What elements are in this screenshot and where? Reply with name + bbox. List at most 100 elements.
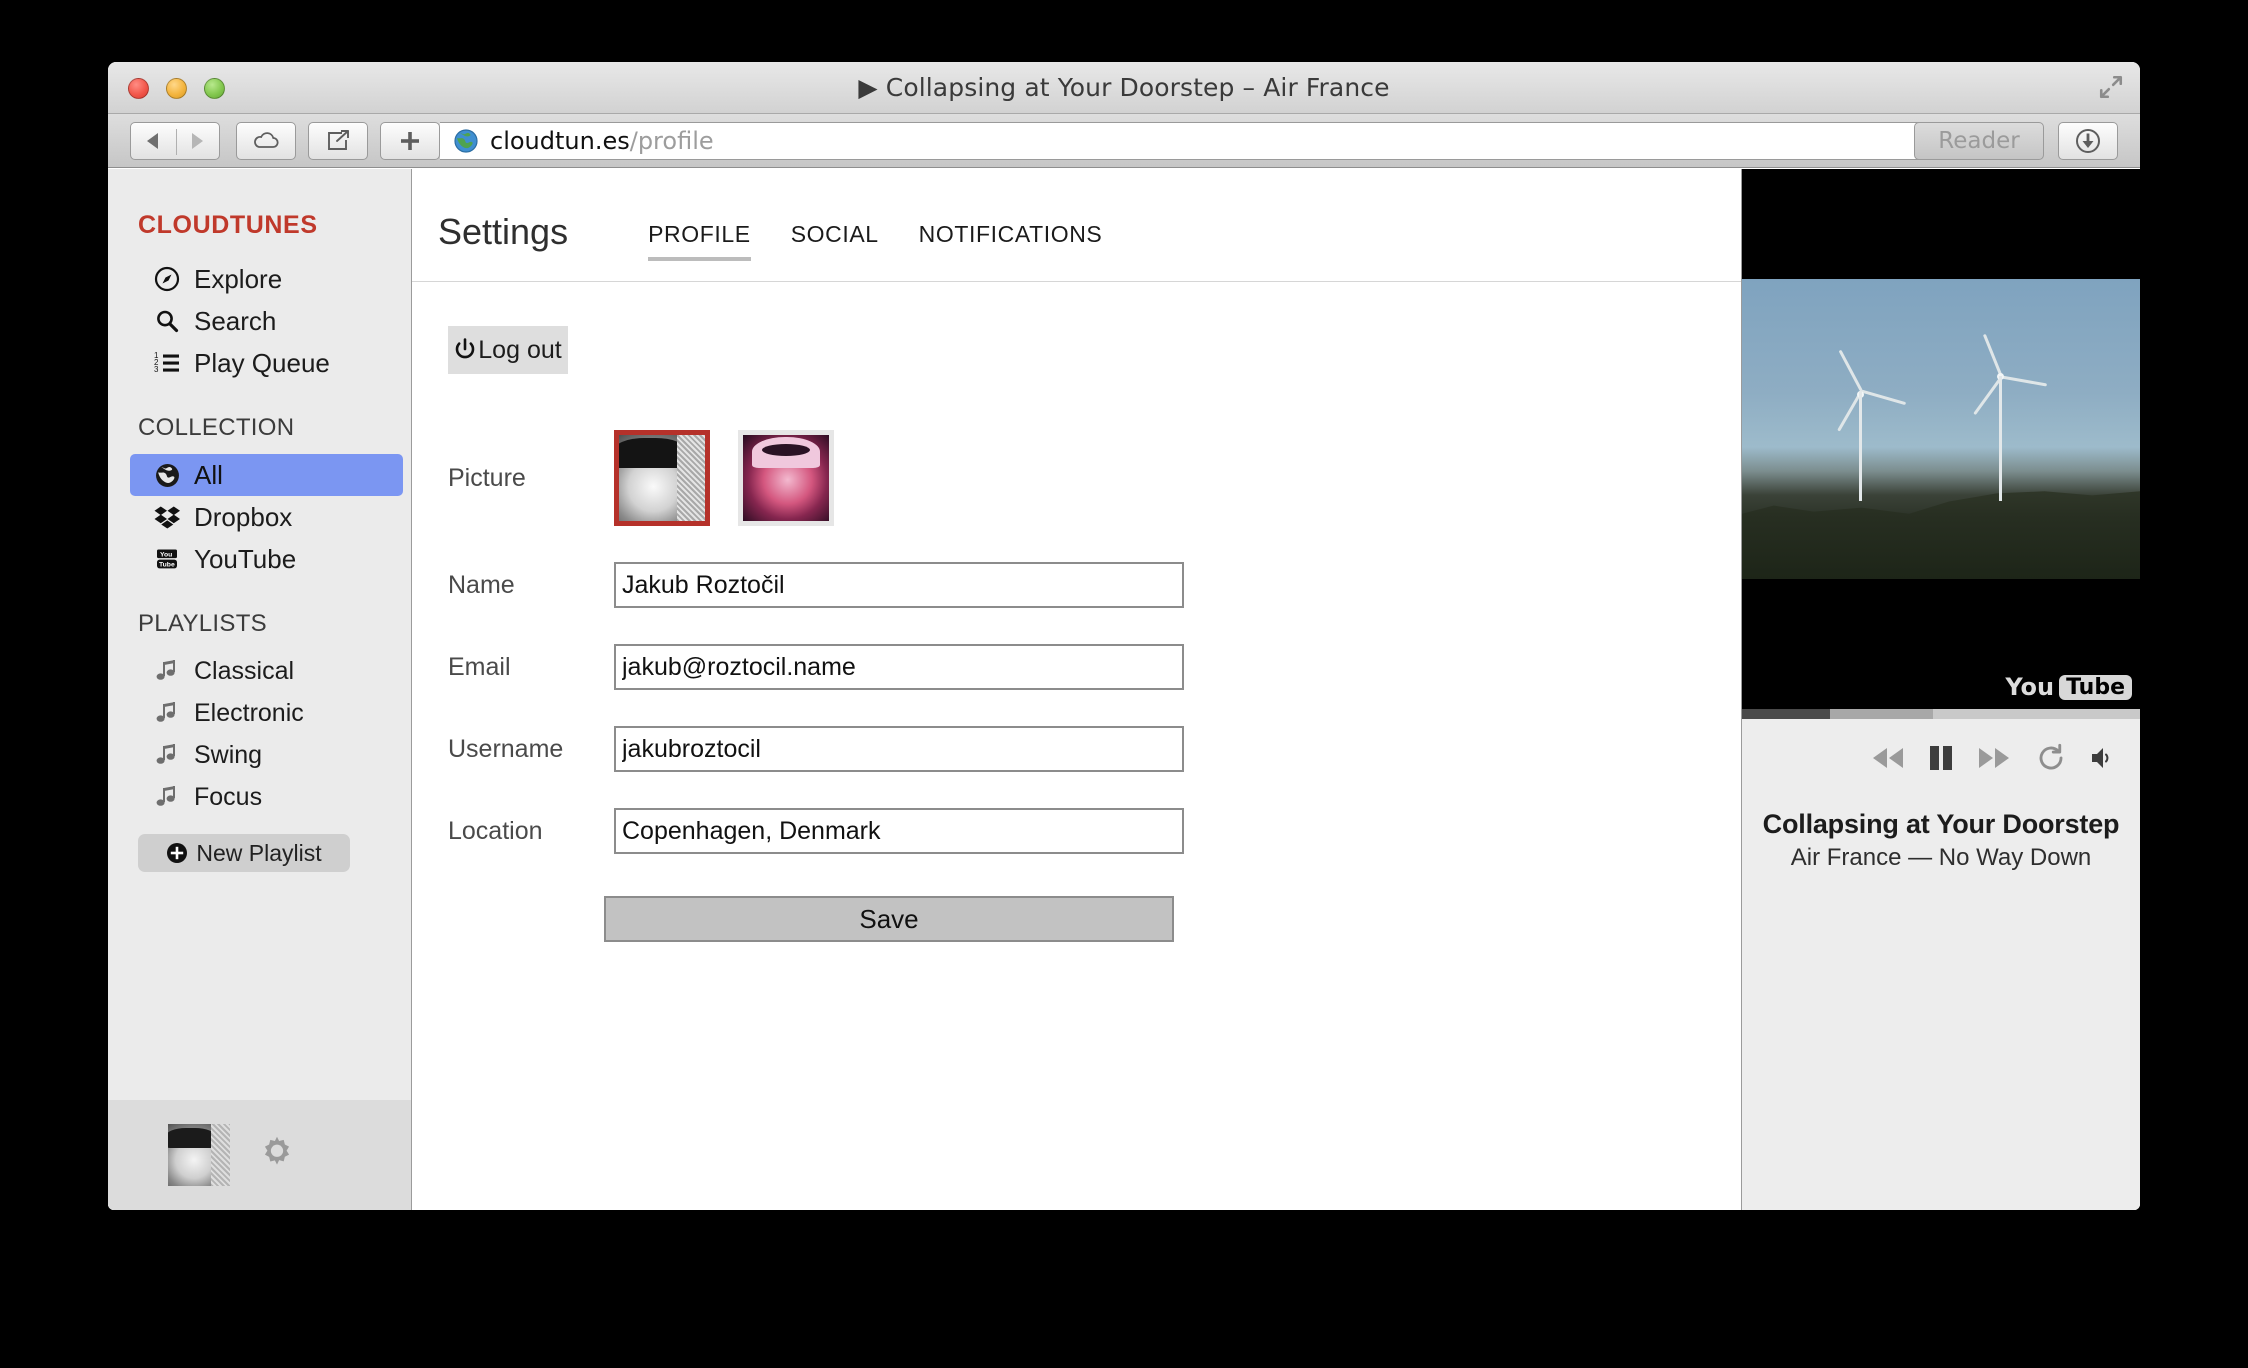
new-tab-button[interactable] xyxy=(380,122,440,160)
numbered-list-icon: 1 2 3 xyxy=(152,350,182,376)
logout-button[interactable]: Log out xyxy=(448,326,568,374)
page-content: CLOUDTUNES Explore Search 1 2 3 Play Que… xyxy=(108,169,2140,1210)
sidebar-item-label: Search xyxy=(194,305,277,336)
player-controls xyxy=(1742,719,2140,797)
forward-arrow-icon xyxy=(192,133,203,149)
sidebar-item-label: All xyxy=(194,459,223,490)
sidebar-item-label: YouTube xyxy=(194,543,297,574)
downloads-button[interactable] xyxy=(2058,122,2118,160)
playlist-item-label: Classical xyxy=(194,656,295,685)
back-button[interactable] xyxy=(131,132,175,150)
new-playlist-label: New Playlist xyxy=(196,839,322,866)
progress-remaining xyxy=(1933,709,2140,719)
email-field[interactable] xyxy=(614,644,1184,690)
username-label: Username xyxy=(448,734,564,763)
youtube-watermark: You Tube xyxy=(2005,673,2132,701)
playlist-item-electronic[interactable]: Electronic xyxy=(130,692,403,734)
tab-profile[interactable]: PROFILE xyxy=(648,221,751,261)
volume-icon xyxy=(2092,748,2109,768)
now-playing: Collapsing at Your Doorstep Air France —… xyxy=(1742,797,2140,872)
avatar[interactable] xyxy=(168,1124,230,1186)
tab-social[interactable]: SOCIAL xyxy=(791,221,879,261)
browser-toolbar: cloudtun.es/profile Reader xyxy=(108,114,2140,168)
primary-nav: Explore Search 1 2 3 Play Queue xyxy=(108,258,411,384)
sidebar-item-label: Play Queue xyxy=(194,347,330,378)
sidebar-item-dropbox[interactable]: Dropbox xyxy=(130,496,403,538)
page-title: Settings xyxy=(438,211,569,252)
next-track-button[interactable] xyxy=(1978,745,2010,771)
location-row: Location xyxy=(448,808,1741,854)
youtube-you-text: You xyxy=(2005,673,2055,701)
picture-options xyxy=(614,430,834,526)
save-button[interactable]: Save xyxy=(604,896,1174,942)
collection-nav: All Dropbox You Tube YouTube xyxy=(108,454,411,580)
name-field[interactable] xyxy=(614,562,1184,608)
forward-button[interactable] xyxy=(175,132,219,150)
previous-track-button[interactable] xyxy=(1872,745,1904,771)
music-note-icon xyxy=(152,743,182,767)
sidebar-item-label: Explore xyxy=(194,263,283,294)
dropbox-icon xyxy=(152,505,182,530)
playlist-item-classical[interactable]: Classical xyxy=(130,650,403,692)
username-field[interactable] xyxy=(614,726,1184,772)
toolbar-divider xyxy=(176,129,177,155)
sidebar-item-youtube[interactable]: You Tube YouTube xyxy=(130,538,403,580)
volume-button[interactable] xyxy=(2090,745,2118,771)
gear-icon[interactable] xyxy=(254,1132,300,1178)
sidebar-item-explore[interactable]: Explore xyxy=(130,258,403,300)
video-player[interactable]: You Tube xyxy=(1742,169,2140,709)
pause-icon xyxy=(1930,746,1952,770)
share-button[interactable] xyxy=(308,122,368,160)
fullscreen-icon[interactable] xyxy=(2098,74,2124,100)
playlist-item-label: Electronic xyxy=(194,698,304,727)
new-playlist-button[interactable]: New Playlist xyxy=(138,834,350,872)
playlists-heading: PLAYLISTS xyxy=(138,610,267,637)
settings-header: Settings PROFILE SOCIAL NOTIFICATIONS xyxy=(412,169,1741,282)
progress-bar[interactable] xyxy=(1742,709,2140,719)
address-bar[interactable]: cloudtun.es/profile xyxy=(440,122,1970,160)
progress-played xyxy=(1742,709,1830,719)
navigation-buttons xyxy=(130,122,220,160)
app-sidebar: CLOUDTUNES Explore Search 1 2 3 Play Que… xyxy=(108,169,412,1210)
picture-row: Picture xyxy=(448,430,1741,526)
play-pause-button[interactable] xyxy=(1926,743,1956,773)
music-note-icon xyxy=(152,659,182,683)
reader-button[interactable]: Reader xyxy=(1914,122,2044,160)
location-label: Location xyxy=(448,816,543,845)
avatar-option-2[interactable] xyxy=(738,430,834,526)
url-host: cloudtun.es xyxy=(490,127,630,155)
wind-turbine-icon xyxy=(1970,331,2048,501)
sidebar-item-label: Dropbox xyxy=(194,501,293,532)
url-text: cloudtun.es/profile xyxy=(490,127,714,155)
repeat-icon xyxy=(2039,743,2063,770)
svg-text:You: You xyxy=(160,551,172,558)
music-note-icon xyxy=(152,785,182,809)
avatar-option-1[interactable] xyxy=(614,430,710,526)
logout-label: Log out xyxy=(478,335,562,364)
player-panel: You Tube Collapsing at Your Doorstep Air… xyxy=(1742,169,2140,1210)
settings-tabs: PROFILE SOCIAL NOTIFICATIONS xyxy=(648,221,1102,261)
name-label: Name xyxy=(448,570,515,599)
now-playing-subtitle: Air France — No Way Down xyxy=(1790,844,2092,871)
globe-icon xyxy=(152,463,182,488)
sidebar-item-search[interactable]: Search xyxy=(130,300,403,342)
now-playing-title: Collapsing at Your Doorstep xyxy=(1762,809,2120,839)
tab-notifications[interactable]: NOTIFICATIONS xyxy=(919,221,1103,261)
email-row: Email xyxy=(448,644,1741,690)
avatar-option-2-image xyxy=(743,435,829,521)
icloud-tabs-button[interactable] xyxy=(236,122,296,160)
tree-ridge xyxy=(1742,491,2140,579)
name-row: Name xyxy=(448,562,1741,608)
sidebar-item-play-queue[interactable]: 1 2 3 Play Queue xyxy=(130,342,403,384)
playlist-item-label: Focus xyxy=(194,782,263,811)
playlist-item-focus[interactable]: Focus xyxy=(130,776,403,818)
playlist-item-swing[interactable]: Swing xyxy=(130,734,403,776)
location-field[interactable] xyxy=(614,808,1184,854)
sidebar-item-all[interactable]: All xyxy=(130,454,403,496)
picture-label: Picture xyxy=(448,463,526,492)
progress-buffered xyxy=(1829,709,1934,719)
svg-text:Tube: Tube xyxy=(159,562,175,569)
plus-circle-icon xyxy=(166,842,188,864)
repeat-button[interactable] xyxy=(2036,743,2066,773)
compass-icon xyxy=(152,266,182,292)
